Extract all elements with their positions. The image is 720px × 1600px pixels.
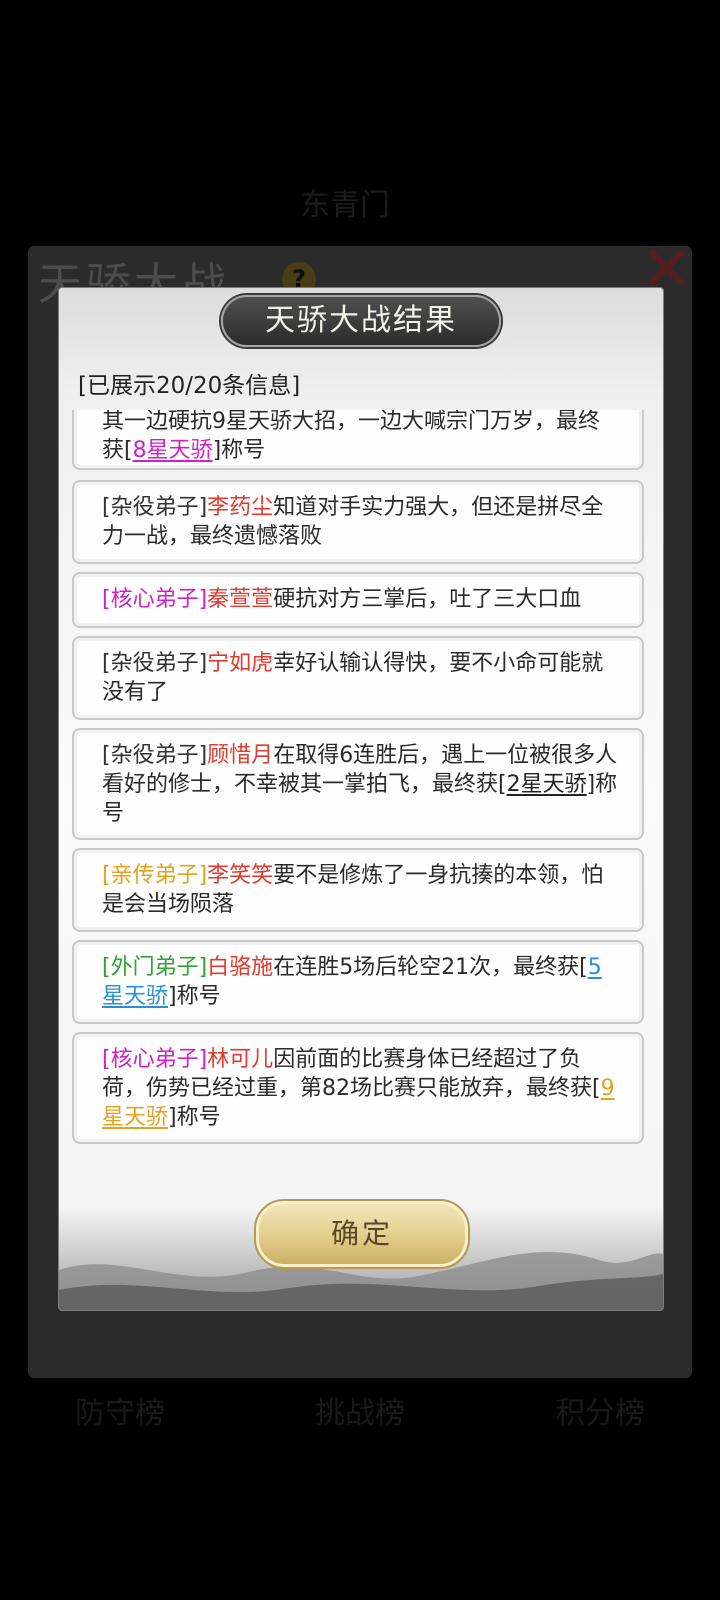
- entry-suffix: ]称号: [212, 438, 266, 463]
- disciple-name: 李药尘: [207, 495, 274, 520]
- disciple-name: 秦萱萱: [207, 587, 274, 612]
- background-tabs: 防守榜 挑战榜 积分榜: [0, 1380, 720, 1440]
- list-item: [杂役弟子]宁如虎幸好认输认得快，要不小命可能就没有了: [72, 636, 644, 720]
- list-item: [核心弟子]林可儿因前面的比赛身体已经超过了负荷，伤势已经过重，第82场比赛只能…: [72, 1032, 644, 1144]
- rank-label: [亲传弟子]: [102, 863, 208, 888]
- background-tab-defense: 防守榜: [75, 1396, 165, 1431]
- background-tab-challenge: 挑战榜: [315, 1396, 405, 1431]
- list-item: [亲传弟子]李笑笑要不是修炼了一身抗揍的本领，怕是会当场陨落: [72, 848, 644, 932]
- disciple-name: 白骆施: [207, 955, 274, 980]
- list-item: [核心弟子]秦萱萱硬抗对方三掌后，吐了三大口血: [72, 572, 644, 628]
- list-item: 其一边硬抗9星天骄大招，一边大喊宗门万岁，最终获[8星天骄]称号: [72, 410, 644, 470]
- shown-count-label: [已展示20/20条信息]: [78, 373, 301, 399]
- rank-label: [杂役弟子]: [102, 495, 208, 520]
- title-link[interactable]: 8星天骄: [133, 438, 213, 463]
- list-item: [杂役弟子]李药尘知道对手实力强大，但还是拼尽全力一战，最终遗憾落败: [72, 480, 644, 564]
- disciple-name: 李笑笑: [207, 863, 274, 888]
- rank-label: [杂役弟子]: [102, 651, 208, 676]
- list-item: [杂役弟子]顾惜月在取得6连胜后，遇上一位被很多人看好的修士，不幸被其一掌拍飞，…: [72, 728, 644, 840]
- entry-text: 在连胜5场后轮空21次，最终获[: [273, 955, 588, 980]
- background-tab-points: 积分榜: [555, 1396, 645, 1431]
- disciple-name: 顾惜月: [207, 743, 274, 768]
- rank-label: [核心弟子]: [102, 1047, 208, 1072]
- dialog-title: 天骄大战结果: [221, 295, 501, 347]
- disciple-name: 宁如虎: [207, 651, 274, 676]
- rank-label: [外门弟子]: [102, 955, 208, 980]
- background-label: 东青门: [300, 188, 390, 223]
- result-list[interactable]: 其一边硬抗9星天骄大招，一边大喊宗门万岁，最终获[8星天骄]称号 [杂役弟子]李…: [72, 410, 648, 1170]
- title-link[interactable]: 2星天骄: [507, 772, 587, 797]
- entry-suffix: ]称号: [168, 984, 221, 1009]
- rank-label: [核心弟子]: [102, 587, 208, 612]
- rank-label: [杂役弟子]: [102, 743, 208, 768]
- disciple-name: 林可儿: [207, 1047, 274, 1072]
- entry-text: 硬抗对方三掌后，吐了三大口血: [273, 587, 582, 612]
- list-item: [外门弟子]白骆施在连胜5场后轮空21次，最终获[5星天骄]称号: [72, 940, 644, 1024]
- confirm-button[interactable]: 确定: [254, 1199, 470, 1269]
- entry-suffix: ]称号: [168, 1105, 221, 1130]
